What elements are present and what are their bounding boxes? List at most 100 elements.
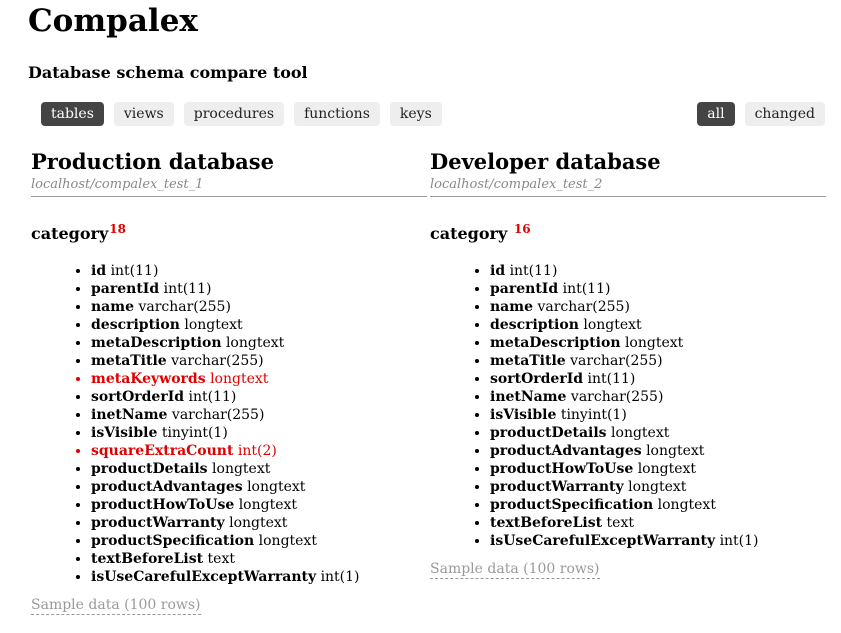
field-item: textBeforeList text [91, 550, 427, 568]
tab-procedures[interactable]: procedures [183, 102, 285, 126]
developer-sample-data-link[interactable]: Sample data (100 rows) [430, 560, 600, 579]
field-name: description [490, 317, 579, 333]
developer-db-path: localhost/compalex_test_2 [430, 176, 826, 197]
field-item: productSpecification longtext [490, 496, 826, 514]
field-name: productWarranty [490, 479, 624, 495]
production-sample-data-link[interactable]: Sample data (100 rows) [31, 596, 201, 615]
field-type: varchar(255) [171, 353, 264, 369]
field-type: int(1) [320, 569, 360, 585]
tab-tables[interactable]: tables [41, 102, 104, 126]
production-field-list: id int(11)parentId int(11)name varchar(2… [31, 262, 427, 586]
field-count-badge: 16 [513, 221, 531, 236]
field-name: productSpecification [91, 533, 255, 549]
developer-database-column: Developer database localhost/compalex_te… [430, 148, 826, 579]
field-type: int(11) [509, 263, 558, 279]
field-item: productDetails longtext [91, 460, 427, 478]
field-type: longtext [258, 533, 317, 549]
object-type-tabs: tables views procedures functions keys [41, 102, 452, 126]
field-type: longtext [212, 461, 271, 477]
field-item: isUseCarefulExceptWarranty int(1) [91, 568, 427, 586]
field-name: metaDescription [490, 335, 621, 351]
field-count-badge: 18 [109, 221, 126, 236]
field-type: longtext [657, 497, 716, 513]
field-item: metaDescription longtext [490, 334, 826, 352]
field-item: sortOrderId int(11) [490, 370, 826, 388]
field-item: name varchar(255) [490, 298, 826, 316]
field-item: sortOrderId int(11) [91, 388, 427, 406]
production-database-column: Production database localhost/compalex_t… [31, 148, 427, 615]
field-item: productAdvantages longtext [91, 478, 427, 496]
field-item: parentId int(11) [490, 280, 826, 298]
field-type: int(11) [562, 281, 611, 297]
field-type: longtext [229, 515, 288, 531]
filter-changed[interactable]: changed [744, 102, 825, 126]
tab-keys[interactable]: keys [389, 102, 442, 126]
field-name: squareExtraCount [91, 443, 234, 459]
field-type: varchar(255) [570, 389, 664, 405]
tab-functions[interactable]: functions [294, 102, 380, 126]
field-item: squareExtraCount int(2) [91, 442, 427, 460]
tab-views[interactable]: views [113, 102, 174, 126]
field-name: inetName [490, 389, 567, 405]
field-name: productDetails [490, 425, 607, 441]
field-type: int(11) [110, 263, 159, 279]
field-item: productWarranty longtext [91, 514, 427, 532]
field-name: sortOrderId [490, 371, 584, 387]
app-subtitle: Database schema compare tool [28, 63, 308, 82]
field-type: int(2) [237, 443, 277, 459]
field-type: longtext [247, 479, 306, 495]
field-item: metaTitle varchar(255) [490, 352, 826, 370]
developer-db-title: Developer database [430, 149, 661, 174]
field-item: metaTitle varchar(255) [91, 352, 427, 370]
app-title: Compalex [28, 3, 198, 39]
field-item: productHowToUse longtext [91, 496, 427, 514]
field-type: int(11) [163, 281, 212, 297]
field-name: productAdvantages [490, 443, 642, 459]
field-type: longtext [225, 335, 285, 351]
field-name: sortOrderId [91, 389, 185, 405]
filter-all[interactable]: all [697, 102, 735, 126]
field-type: tinyint(1) [560, 407, 627, 423]
field-type: int(11) [188, 389, 237, 405]
field-name: metaTitle [91, 353, 167, 369]
field-name: productHowToUse [91, 497, 235, 513]
field-item: productWarranty longtext [490, 478, 826, 496]
field-item: parentId int(11) [91, 280, 427, 298]
field-type: varchar(255) [570, 353, 663, 369]
field-name: name [490, 299, 533, 315]
field-name: parentId [91, 281, 160, 297]
field-type: longtext [628, 479, 687, 495]
field-item: metaDescription longtext [91, 334, 427, 352]
field-name: productSpecification [490, 497, 654, 513]
field-type: longtext [646, 443, 705, 459]
field-type: text [207, 551, 235, 567]
field-name: parentId [490, 281, 559, 297]
field-name: metaDescription [91, 335, 222, 351]
field-item: description longtext [490, 316, 826, 334]
field-item: name varchar(255) [91, 298, 427, 316]
field-name: name [91, 299, 134, 315]
field-name: description [91, 317, 180, 333]
field-item: textBeforeList text [490, 514, 826, 532]
field-type: longtext [583, 317, 642, 333]
field-name: metaTitle [490, 353, 566, 369]
field-item: productHowToUse longtext [490, 460, 826, 478]
production-db-title: Production database [31, 149, 274, 174]
field-type: longtext [210, 371, 269, 387]
field-name: productHowToUse [490, 461, 634, 477]
field-name: isUseCarefulExceptWarranty [490, 533, 716, 549]
field-type: varchar(255) [171, 407, 265, 423]
field-name: productAdvantages [91, 479, 243, 495]
field-item: isVisible tinyint(1) [91, 424, 427, 442]
field-item: productSpecification longtext [91, 532, 427, 550]
field-item: description longtext [91, 316, 427, 334]
field-name: productWarranty [91, 515, 225, 531]
field-type: varchar(255) [138, 299, 231, 315]
field-name: textBeforeList [490, 515, 603, 531]
field-type: int(1) [719, 533, 759, 549]
field-type: longtext [184, 317, 243, 333]
field-item: isUseCarefulExceptWarranty int(1) [490, 532, 826, 550]
developer-table-heading: category 16 [430, 223, 826, 245]
field-name: metaKeywords [91, 371, 206, 387]
table-name: category [31, 224, 109, 243]
